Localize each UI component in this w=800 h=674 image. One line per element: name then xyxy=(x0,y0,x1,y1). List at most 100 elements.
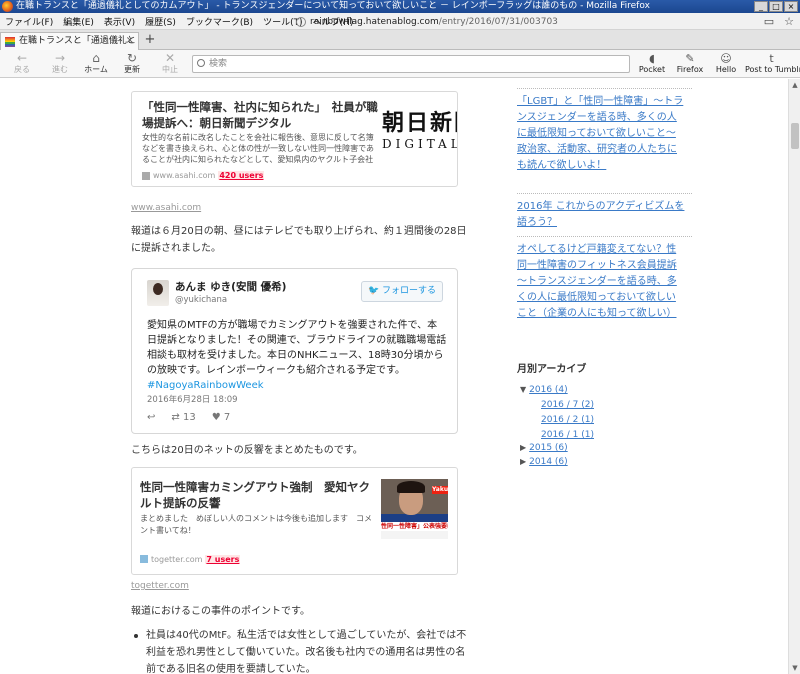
embedded-tweet[interactable]: あんま ゆき(安間 優希) @yukichana 🐦 フォローする 愛知県のMT… xyxy=(131,268,458,434)
archive-year-2016[interactable]: ▼ 2016 (4) xyxy=(520,385,568,395)
togetter-thumbnail: Yaku 性同一性障害」公表強要は不 xyxy=(381,479,448,539)
maximize-button[interactable]: □ xyxy=(769,1,783,12)
firefox-logo-icon xyxy=(2,1,13,12)
vertical-scrollbar[interactable]: ▲ ▼ xyxy=(788,79,800,674)
minimize-button[interactable]: _ xyxy=(754,1,768,12)
firefox-menu-button[interactable]: ✎ Firefox xyxy=(674,52,706,75)
tumblr-icon: t xyxy=(769,52,774,65)
scroll-up-icon[interactable]: ▲ xyxy=(789,79,800,91)
menu-history[interactable]: 履歴(S) xyxy=(140,15,181,28)
togetter-users-badge[interactable]: 7 users xyxy=(205,555,241,564)
sidebar-link-lgbt[interactable]: 「LGBT」と「性同一性障害」～トランスジェンダーを語る時、多くの人に最低限知っ… xyxy=(517,94,685,174)
togetter-embed-card[interactable]: 性同一性障害カミングアウト強制 愛知ヤクルト提訴の反響 まとめました めぼしい人… xyxy=(131,467,458,575)
archive-2015-label[interactable]: 2015 (6) xyxy=(529,443,568,453)
togetter-source-text: togetter.com xyxy=(151,555,203,564)
retweet-button[interactable]: ⇄ 13 xyxy=(171,412,195,423)
triangle-down-icon: ▼ xyxy=(520,385,527,394)
home-label: ホーム xyxy=(84,65,108,74)
menu-bar: ファイル(F) 編集(E) 表示(V) 履歴(S) ブックマーク(B) ツール(… xyxy=(0,13,800,30)
search-icon xyxy=(197,59,205,67)
tweet-actions: ↩ ⇄ 13 ♥ 7 xyxy=(147,412,230,423)
forward-button[interactable]: → 進む xyxy=(42,52,78,75)
stop-icon: ✕ xyxy=(164,51,176,65)
tweet-hashtag[interactable]: #NagoyaRainbowWeek xyxy=(147,380,264,391)
tweet-author-handle[interactable]: @yukichana xyxy=(175,295,227,305)
archive-year-2015[interactable]: ▶ 2015 (6) xyxy=(520,443,568,453)
url-host: rainbowflag.hatenablog.com xyxy=(310,16,439,27)
tab-active[interactable]: 在職トランスと「通過儀礼としての... × xyxy=(0,32,139,50)
avatar[interactable] xyxy=(147,280,169,306)
thumb-caption: 性同一性障害」公表強要は不 xyxy=(381,522,448,531)
archive-month-2016-07[interactable]: 2016 / 7 (2) xyxy=(541,400,594,410)
togetter-card-source: togetter.com 7 users xyxy=(140,555,241,564)
scrollbar-thumb[interactable] xyxy=(791,123,799,149)
follow-button[interactable]: 🐦 フォローする xyxy=(361,281,443,302)
menu-edit[interactable]: 編集(E) xyxy=(58,15,99,28)
triangle-right-icon: ▶ xyxy=(520,457,527,466)
archive-2016-07-label[interactable]: 2016 / 7 (2) xyxy=(541,400,594,410)
reader-view-icon[interactable]: ▭ xyxy=(764,15,774,28)
heart-icon: ♥ xyxy=(211,412,221,423)
asahi-logo-big: 朝日新聞 xyxy=(382,110,457,136)
back-label: 戻る xyxy=(14,65,30,74)
pocket-button[interactable]: ◖ Pocket xyxy=(637,52,667,75)
url-path: /entry/2016/07/31/003703 xyxy=(438,16,558,27)
asahi-link[interactable]: www.asahi.com xyxy=(131,203,201,213)
navigation-toolbar: ← 戻る → 進む ⌂ ホーム ↻ 更新 ✕ 中止 検索 ◖ Pocket ✎ … xyxy=(0,50,800,78)
asahi-logo-small: DIGITAL xyxy=(382,137,457,151)
page-content: 「性同一性障害、社内に知られた」 社員が職場提訴へ：朝日新聞デジタル 女性的な名… xyxy=(0,79,788,674)
archive-2014-label[interactable]: 2014 (6) xyxy=(529,457,568,467)
togetter-favicon-icon xyxy=(140,555,148,563)
menu-bookmarks[interactable]: ブックマーク(B) xyxy=(181,15,258,28)
thumb-hair xyxy=(397,481,425,493)
tumblr-label: Post to Tumblr xyxy=(745,65,800,74)
rainbow-favicon-icon xyxy=(5,37,15,47)
triangle-right-icon: ▶ xyxy=(520,443,527,452)
archive-month-2016-02[interactable]: 2016 / 2 (1) xyxy=(541,415,594,425)
url-bar[interactable]: i rainbowflag.hatenablog.com /entry/2016… xyxy=(296,13,558,30)
tab-title: 在職トランスと「通過儀礼としての... xyxy=(19,36,138,46)
site-info-icon[interactable]: i xyxy=(296,16,306,27)
like-count: 7 xyxy=(223,412,231,423)
archive-2016-02-label[interactable]: 2016 / 2 (1) xyxy=(541,415,594,425)
tweet-author-name[interactable]: あんま ゆき(安間 優希) xyxy=(175,279,286,294)
archive-year-2014[interactable]: ▶ 2014 (6) xyxy=(520,457,568,467)
sidebar-link-2016-activism[interactable]: 2016年 これからのアクディビズムを語ろう？ xyxy=(517,199,685,231)
post-to-tumblr-button[interactable]: t Post to Tumblr xyxy=(745,52,800,75)
reply-icon[interactable]: ↩ xyxy=(147,412,155,423)
tab-close-icon[interactable]: × xyxy=(126,33,134,49)
hello-chat-icon: ☺ xyxy=(720,52,732,65)
paragraph-3: 報道におけるこの事件のポイントです。 xyxy=(131,606,310,617)
sidebar-link-fitness[interactable]: オペしてるけど戸籍変えてない？性同一性障害のフィットネス会員提訴～トランスジェン… xyxy=(517,242,685,322)
asahi-favicon-icon xyxy=(142,171,150,180)
menu-view[interactable]: 表示(V) xyxy=(99,15,140,28)
scroll-down-icon[interactable]: ▼ xyxy=(789,662,800,674)
togetter-link[interactable]: togetter.com xyxy=(131,581,189,591)
asahi-users-badge[interactable]: 420 users xyxy=(218,171,265,180)
stop-button[interactable]: ✕ 中止 xyxy=(152,52,188,75)
home-icon: ⌂ xyxy=(92,51,100,65)
asahi-card-title[interactable]: 「性同一性障害、社内に知られた」 社員が職場提訴へ：朝日新聞デジタル xyxy=(142,99,382,131)
togetter-card-desc: まとめました めぼしい人のコメントは今後も追加します コメント書いてね！ xyxy=(140,514,372,535)
retweet-count: 13 xyxy=(182,412,196,423)
home-button[interactable]: ⌂ ホーム xyxy=(78,52,114,75)
new-tab-button[interactable]: + xyxy=(142,33,158,49)
archive-2016-01-label[interactable]: 2016 / 1 (1) xyxy=(541,430,594,440)
menu-file[interactable]: ファイル(F) xyxy=(0,15,58,28)
hello-label: Hello xyxy=(715,65,737,74)
back-button[interactable]: ← 戻る xyxy=(4,52,40,75)
search-input[interactable]: 検索 xyxy=(192,55,630,73)
archive-month-2016-01[interactable]: 2016 / 1 (1) xyxy=(541,430,594,440)
asahi-source-text: www.asahi.com xyxy=(153,171,216,180)
close-window-button[interactable]: × xyxy=(784,1,798,12)
archive-2016-label[interactable]: 2016 (4) xyxy=(529,385,568,395)
reload-icon: ↻ xyxy=(126,51,138,65)
asahi-embed-card[interactable]: 「性同一性障害、社内に知られた」 社員が職場提訴へ：朝日新聞デジタル 女性的な名… xyxy=(131,91,458,187)
togetter-card-title[interactable]: 性同一性障害カミングアウト強制 愛知ヤクルト提訴の反響 xyxy=(140,479,375,511)
like-button[interactable]: ♥ 7 xyxy=(212,412,231,423)
hello-button[interactable]: ☺ Hello xyxy=(713,52,739,75)
firefox-icon: ✎ xyxy=(685,52,695,65)
bookmark-star-icon[interactable]: ☆ xyxy=(784,15,794,28)
tweet-date[interactable]: 2016年6月28日 18:09 xyxy=(147,393,238,405)
reload-button[interactable]: ↻ 更新 xyxy=(114,52,150,75)
